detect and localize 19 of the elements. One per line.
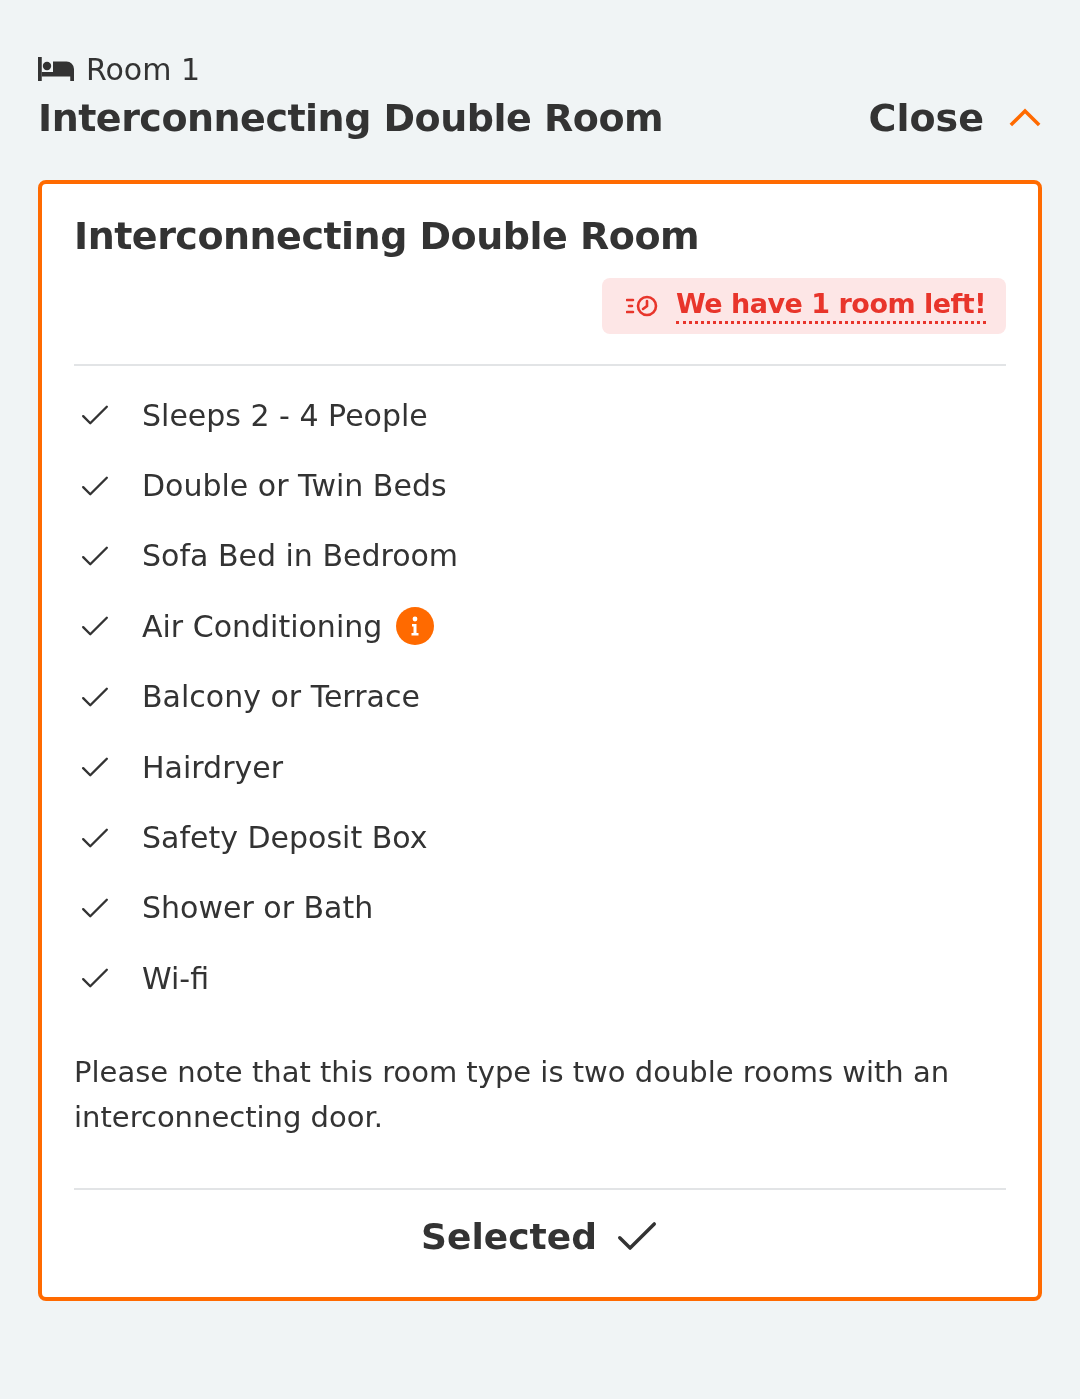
bed-icon (38, 57, 74, 81)
room-label: Room 1 (86, 51, 201, 87)
note-text: Please note that this room type is two double rooms with an interconnecting door. (74, 1053, 951, 1136)
info-icon[interactable] (396, 607, 435, 646)
availability-text[interactable]: We have 1 room left! (676, 288, 986, 324)
feature-text: Sleeps 2 - 4 People (142, 397, 428, 433)
close-toggle[interactable]: Close (868, 96, 1042, 140)
feature-text: Hairdryer (142, 749, 283, 785)
selected-button[interactable]: Selected (74, 1189, 1006, 1277)
feature-text: Double or Twin Beds (142, 468, 447, 504)
feature-text: Wi-fi (142, 960, 210, 996)
card-title: Interconnecting Double Room (74, 214, 701, 258)
feature-text: Balcony or Terrace (142, 679, 420, 715)
feature-text: Sofa Bed in Bedroom (142, 538, 459, 574)
feature-text: Air Conditioning (142, 608, 383, 644)
feature-text: Safety Deposit Box (142, 820, 428, 856)
chevron-up-icon (1008, 108, 1042, 128)
room-name: Interconnecting Double Room (38, 96, 664, 140)
feature-text: Shower or Bath (142, 890, 374, 926)
